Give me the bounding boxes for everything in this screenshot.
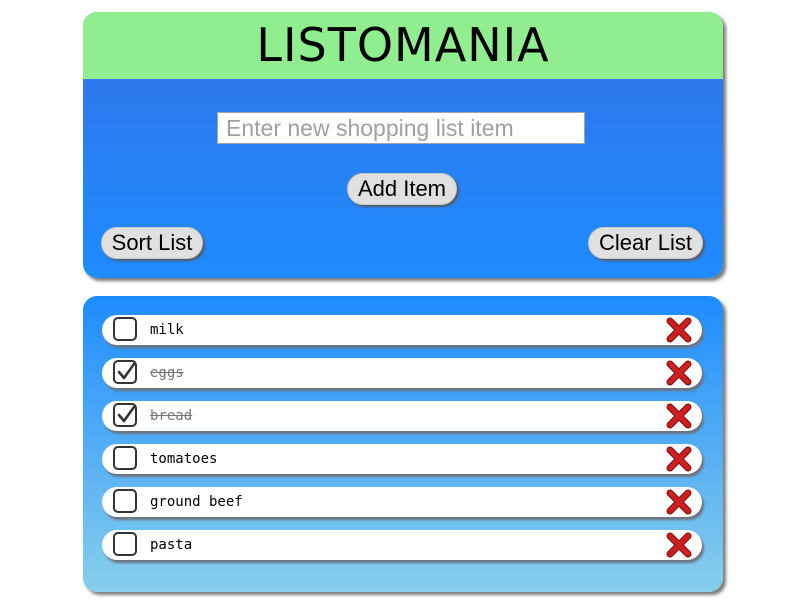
list-item: tomatoes [102,444,702,474]
shopping-list: milk eggs bread tomatoes ground beef pas… [83,296,723,592]
app-title: LISTOMANIA [256,18,550,72]
item-label: tomatoes [150,451,218,467]
add-item-button[interactable]: Add Item [347,173,457,205]
new-item-input[interactable] [217,112,585,144]
check-icon [117,362,136,380]
header: LISTOMANIA [83,12,723,79]
item-checkbox[interactable] [113,317,137,341]
delete-icon[interactable] [665,488,693,516]
input-panel: LISTOMANIA Add Item Sort List Clear List [83,12,723,278]
check-icon [117,405,136,423]
list-item: bread [102,401,702,431]
item-label: ground beef [150,494,243,510]
list-item: eggs [102,358,702,388]
sort-list-button[interactable]: Sort List [101,227,203,259]
delete-icon[interactable] [665,402,693,430]
item-label: milk [150,322,184,338]
clear-list-button[interactable]: Clear List [588,227,703,259]
item-checkbox[interactable] [113,403,137,427]
list-item: ground beef [102,487,702,517]
item-label: bread [150,408,193,424]
item-label: eggs [150,365,184,381]
list-item: milk [102,315,702,345]
list-item: pasta [102,530,702,560]
item-checkbox[interactable] [113,446,137,470]
item-checkbox[interactable] [113,360,137,384]
item-checkbox[interactable] [113,532,137,556]
item-checkbox[interactable] [113,489,137,513]
delete-icon[interactable] [665,531,693,559]
delete-icon[interactable] [665,359,693,387]
item-label: pasta [150,537,193,553]
delete-icon[interactable] [665,445,693,473]
delete-icon[interactable] [665,316,693,344]
